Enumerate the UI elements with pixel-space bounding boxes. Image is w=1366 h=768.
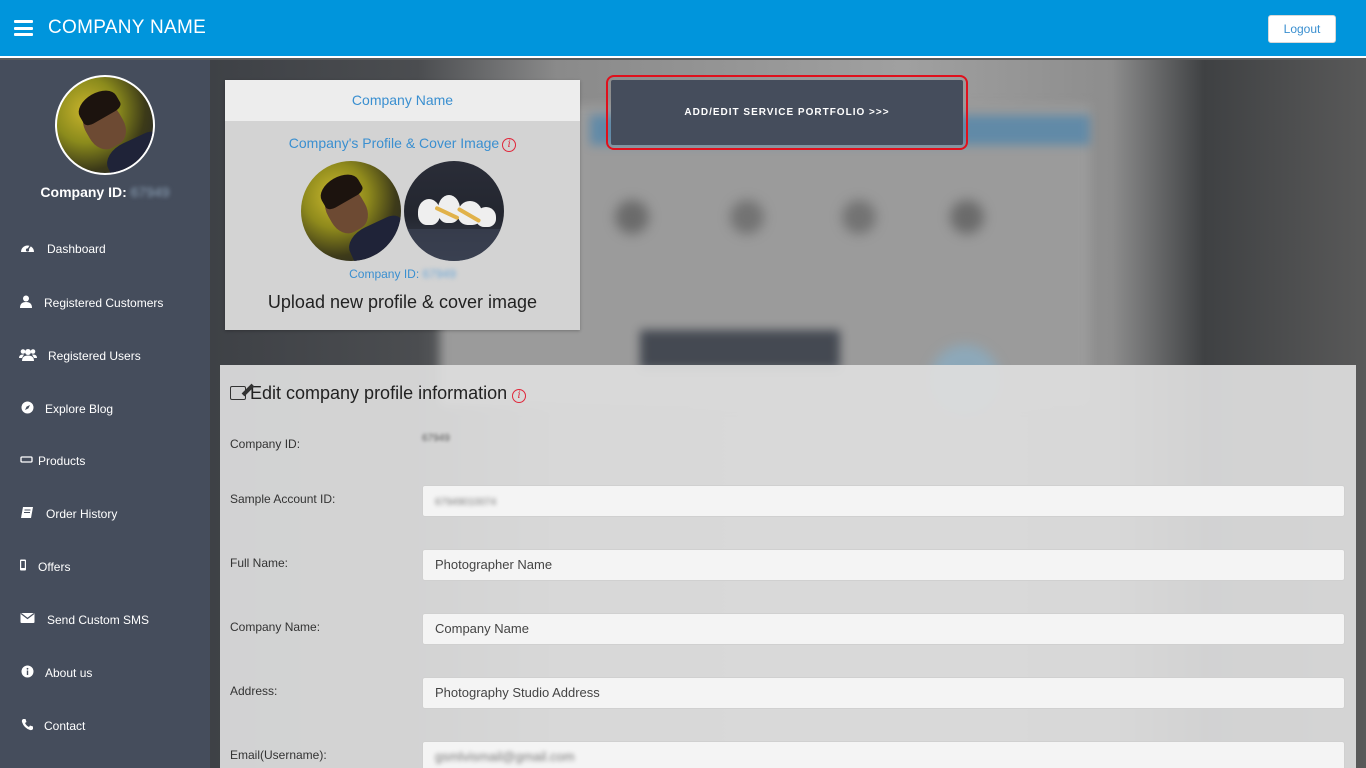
sidebar-item-label: Order History bbox=[46, 507, 118, 521]
email-value: gsmlvismail@gmail.com bbox=[435, 749, 575, 764]
info-icon bbox=[19, 665, 35, 679]
sidebar-item-label: Registered Users bbox=[48, 349, 141, 363]
address-field[interactable]: Photography Studio Address bbox=[422, 677, 1345, 709]
top-bar: COMPANY NAME Logout bbox=[0, 0, 1366, 58]
sidebar-item-order-history[interactable]: Order History bbox=[0, 495, 210, 531]
email-label: Email(Username): bbox=[230, 748, 327, 762]
sidebar-item-label: Dashboard bbox=[47, 242, 106, 256]
full-name-field[interactable]: Photographer Name bbox=[422, 549, 1345, 581]
sidebar-item-about-us[interactable]: About us bbox=[0, 654, 210, 690]
sidebar-item-explore-blog[interactable]: Explore Blog bbox=[0, 390, 210, 426]
phone-icon bbox=[19, 718, 35, 732]
sidebar: Company ID: 67949 Dashboard Registered C… bbox=[0, 60, 210, 768]
envelope-icon bbox=[19, 612, 35, 626]
company-id-label: Company ID: bbox=[230, 437, 301, 451]
card-company-id-label: Company ID: bbox=[349, 267, 420, 281]
card-company-id: Company ID: 67949 bbox=[225, 267, 580, 281]
logout-button[interactable]: Logout bbox=[1268, 15, 1336, 43]
sample-account-id-value: 67949010074 bbox=[435, 497, 497, 508]
info-icon[interactable]: i bbox=[512, 389, 527, 403]
sample-account-id-field[interactable]: 67949010074 bbox=[422, 485, 1345, 517]
sidebar-item-contact[interactable]: Contact bbox=[0, 707, 210, 743]
company-name-field[interactable]: Company Name bbox=[422, 613, 1345, 645]
upload-image-link[interactable]: Upload new profile & cover image bbox=[225, 292, 580, 313]
address-label: Address: bbox=[230, 684, 278, 698]
sidebar-item-label: Offers bbox=[38, 560, 71, 574]
portfolio-button-highlight: ADD/EDIT SERVICE PORTFOLIO >>> bbox=[606, 75, 968, 150]
sidebar-item-dashboard[interactable]: Dashboard bbox=[0, 230, 210, 266]
profile-card: Company Name Company's Profile & Cover I… bbox=[225, 80, 580, 330]
sidebar-item-label: About us bbox=[45, 666, 93, 680]
sidebar-item-label: Registered Customers bbox=[44, 296, 164, 310]
sidebar-item-label: Send Custom SMS bbox=[47, 613, 150, 627]
add-edit-portfolio-button[interactable]: ADD/EDIT SERVICE PORTFOLIO >>> bbox=[611, 80, 963, 145]
edit-icon bbox=[230, 386, 246, 400]
sidebar-item-label: Explore Blog bbox=[45, 402, 114, 416]
cover-image[interactable] bbox=[404, 161, 504, 261]
avatar[interactable] bbox=[55, 75, 155, 175]
info-icon[interactable]: i bbox=[502, 138, 517, 152]
sidebar-item-label: Products bbox=[38, 454, 86, 468]
sidebar-item-send-custom-sms[interactable]: Send Custom SMS bbox=[0, 601, 210, 637]
compass-icon bbox=[19, 401, 35, 415]
sample-account-id-label: Sample Account ID: bbox=[230, 492, 336, 506]
cover-image-label: Company's Profile & Cover Image i bbox=[225, 135, 580, 152]
company-name-label: Company Name: bbox=[230, 620, 321, 634]
book-icon bbox=[19, 506, 35, 520]
app-title: COMPANY NAME bbox=[48, 17, 207, 38]
users-icon bbox=[19, 348, 37, 362]
hamburger-menu-icon[interactable] bbox=[14, 20, 33, 36]
sidebar-item-products[interactable]: Products bbox=[0, 442, 210, 478]
edit-profile-form: Edit company profile information i Compan… bbox=[220, 365, 1356, 768]
profile-card-title: Company Name bbox=[225, 80, 580, 121]
sidebar-company-id-value: 67949 bbox=[130, 184, 170, 200]
sidebar-company-id: Company ID: 67949 bbox=[0, 184, 210, 200]
cover-image-label-text: Company's Profile & Cover Image bbox=[288, 135, 500, 151]
sidebar-item-offers[interactable]: Offers bbox=[0, 548, 210, 584]
form-title: Edit company profile information i bbox=[230, 383, 527, 404]
sidebar-item-registered-users[interactable]: Registered Users bbox=[0, 337, 210, 373]
dashboard-icon bbox=[19, 241, 35, 255]
form-title-text: Edit company profile information bbox=[250, 383, 508, 403]
card-company-id-value: 67949 bbox=[422, 267, 456, 281]
sidebar-company-id-label: Company ID: bbox=[40, 184, 127, 200]
email-field[interactable]: gsmlvismail@gmail.com bbox=[422, 741, 1345, 768]
user-icon bbox=[18, 295, 34, 309]
product-icon bbox=[19, 453, 33, 467]
sidebar-item-label: Contact bbox=[44, 719, 86, 733]
mobile-icon bbox=[17, 559, 29, 573]
profile-image[interactable] bbox=[301, 161, 401, 261]
company-id-value: 67949 bbox=[422, 433, 450, 444]
sidebar-item-registered-customers[interactable]: Registered Customers bbox=[0, 284, 210, 320]
full-name-label: Full Name: bbox=[230, 556, 289, 570]
